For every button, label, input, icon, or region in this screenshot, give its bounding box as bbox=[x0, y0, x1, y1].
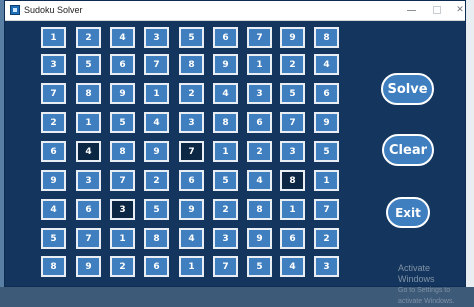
grid-cell[interactable]: 7 bbox=[41, 83, 66, 104]
watermark-title: Activate Windows bbox=[398, 263, 435, 284]
grid-cell[interactable]: 3 bbox=[41, 54, 66, 75]
title-bar: Sudoku Solver bbox=[5, 1, 465, 21]
grid-cell[interactable]: 7 bbox=[110, 170, 135, 191]
grid-cell[interactable]: 8 bbox=[247, 199, 272, 220]
grid-cell[interactable]: 7 bbox=[179, 141, 204, 162]
grid-cell[interactable]: 5 bbox=[179, 27, 204, 48]
grid-cell[interactable]: 3 bbox=[247, 83, 272, 104]
grid-cell[interactable]: 9 bbox=[314, 112, 339, 133]
grid-cell[interactable]: 8 bbox=[179, 54, 204, 75]
minimize-icon[interactable] bbox=[397, 2, 425, 18]
app-window: Sudoku Solver 12435679835678912478912435… bbox=[4, 0, 466, 305]
watermark-subtitle: Go to Settings to activate Windows. bbox=[398, 287, 455, 305]
desktop-right-edge bbox=[466, 0, 474, 287]
grid-cell[interactable]: 9 bbox=[179, 199, 204, 220]
grid-cell[interactable]: 9 bbox=[280, 27, 305, 48]
grid-cell[interactable]: 3 bbox=[110, 199, 135, 220]
window-title: Sudoku Solver bbox=[24, 5, 83, 15]
grid-cell[interactable]: 5 bbox=[314, 141, 339, 162]
grid-cell[interactable]: 9 bbox=[247, 228, 272, 249]
grid-cell[interactable]: 7 bbox=[314, 199, 339, 220]
app-icon bbox=[10, 5, 20, 15]
grid-cell[interactable]: 2 bbox=[179, 83, 204, 104]
grid-cell[interactable]: 2 bbox=[76, 27, 101, 48]
grid-cell[interactable]: 7 bbox=[76, 228, 101, 249]
grid-cell[interactable]: 4 bbox=[144, 112, 169, 133]
grid-cell[interactable]: 1 bbox=[280, 199, 305, 220]
grid-cell[interactable]: 9 bbox=[76, 256, 101, 277]
grid-cell[interactable]: 5 bbox=[213, 170, 238, 191]
grid-cell[interactable]: 6 bbox=[280, 228, 305, 249]
grid-cell[interactable]: 8 bbox=[110, 141, 135, 162]
grid-cell[interactable]: 3 bbox=[144, 27, 169, 48]
grid-cell[interactable]: 3 bbox=[280, 141, 305, 162]
grid-cell[interactable]: 1 bbox=[247, 54, 272, 75]
grid-cell[interactable]: 6 bbox=[144, 256, 169, 277]
grid-cell[interactable]: 4 bbox=[280, 256, 305, 277]
grid-cell[interactable]: 8 bbox=[213, 112, 238, 133]
grid-cell[interactable]: 2 bbox=[280, 54, 305, 75]
exit-button[interactable]: Exit bbox=[386, 197, 430, 228]
grid-cell[interactable]: 9 bbox=[110, 83, 135, 104]
grid-cell[interactable]: 4 bbox=[179, 228, 204, 249]
grid-cell[interactable]: 9 bbox=[213, 54, 238, 75]
grid-cell[interactable]: 1 bbox=[213, 141, 238, 162]
grid-cell[interactable]: 1 bbox=[41, 27, 66, 48]
grid-cell[interactable]: 4 bbox=[41, 199, 66, 220]
grid-cell[interactable]: 6 bbox=[314, 83, 339, 104]
grid-cell[interactable]: 4 bbox=[213, 83, 238, 104]
grid-cell[interactable]: 2 bbox=[213, 199, 238, 220]
grid-cell[interactable]: 2 bbox=[110, 256, 135, 277]
grid-cell[interactable]: 4 bbox=[314, 54, 339, 75]
grid-cell[interactable]: 8 bbox=[144, 228, 169, 249]
grid-cell[interactable]: 5 bbox=[41, 228, 66, 249]
grid-cell[interactable]: 1 bbox=[314, 170, 339, 191]
grid-cell[interactable]: 3 bbox=[314, 256, 339, 277]
grid-cell[interactable]: 3 bbox=[179, 112, 204, 133]
grid-cell[interactable]: 5 bbox=[110, 112, 135, 133]
grid-cell[interactable]: 1 bbox=[110, 228, 135, 249]
grid-cell[interactable]: 8 bbox=[76, 83, 101, 104]
grid-cell[interactable]: 9 bbox=[144, 141, 169, 162]
grid-cell[interactable]: 3 bbox=[76, 170, 101, 191]
grid-cell[interactable]: 6 bbox=[179, 170, 204, 191]
grid-cell[interactable]: 6 bbox=[213, 27, 238, 48]
grid-cell[interactable]: 2 bbox=[144, 170, 169, 191]
grid-cell[interactable]: 2 bbox=[314, 228, 339, 249]
grid-cell[interactable]: 5 bbox=[280, 83, 305, 104]
grid-cell[interactable]: 3 bbox=[213, 228, 238, 249]
grid-cell[interactable]: 9 bbox=[41, 170, 66, 191]
grid-cell[interactable]: 2 bbox=[247, 141, 272, 162]
grid-cell[interactable]: 4 bbox=[247, 170, 272, 191]
grid-cell[interactable]: 7 bbox=[144, 54, 169, 75]
grid-cell[interactable]: 8 bbox=[314, 27, 339, 48]
activate-windows-watermark: Activate Windows Go to Settings to activ… bbox=[398, 263, 465, 307]
grid-cell[interactable]: 5 bbox=[247, 256, 272, 277]
grid-cell[interactable]: 7 bbox=[280, 112, 305, 133]
grid-cell[interactable]: 4 bbox=[110, 27, 135, 48]
grid-cell[interactable]: 6 bbox=[41, 141, 66, 162]
grid-cell[interactable]: 4 bbox=[76, 141, 101, 162]
grid-cell[interactable]: 8 bbox=[41, 256, 66, 277]
grid-cell[interactable]: 6 bbox=[110, 54, 135, 75]
grid-cell[interactable]: 1 bbox=[76, 112, 101, 133]
grid-cell[interactable]: 5 bbox=[144, 199, 169, 220]
grid-cell[interactable]: 5 bbox=[76, 54, 101, 75]
grid-cell[interactable]: 6 bbox=[247, 112, 272, 133]
solve-button[interactable]: Solve bbox=[381, 73, 434, 105]
grid-cell[interactable]: 6 bbox=[76, 199, 101, 220]
grid-cell[interactable]: 2 bbox=[41, 112, 66, 133]
grid-cell[interactable]: 7 bbox=[247, 27, 272, 48]
grid-cell[interactable]: 7 bbox=[213, 256, 238, 277]
grid-cell[interactable]: 1 bbox=[179, 256, 204, 277]
grid-cell[interactable]: 8 bbox=[280, 170, 305, 191]
clear-button[interactable]: Clear bbox=[382, 134, 434, 166]
grid-cell[interactable]: 1 bbox=[144, 83, 169, 104]
